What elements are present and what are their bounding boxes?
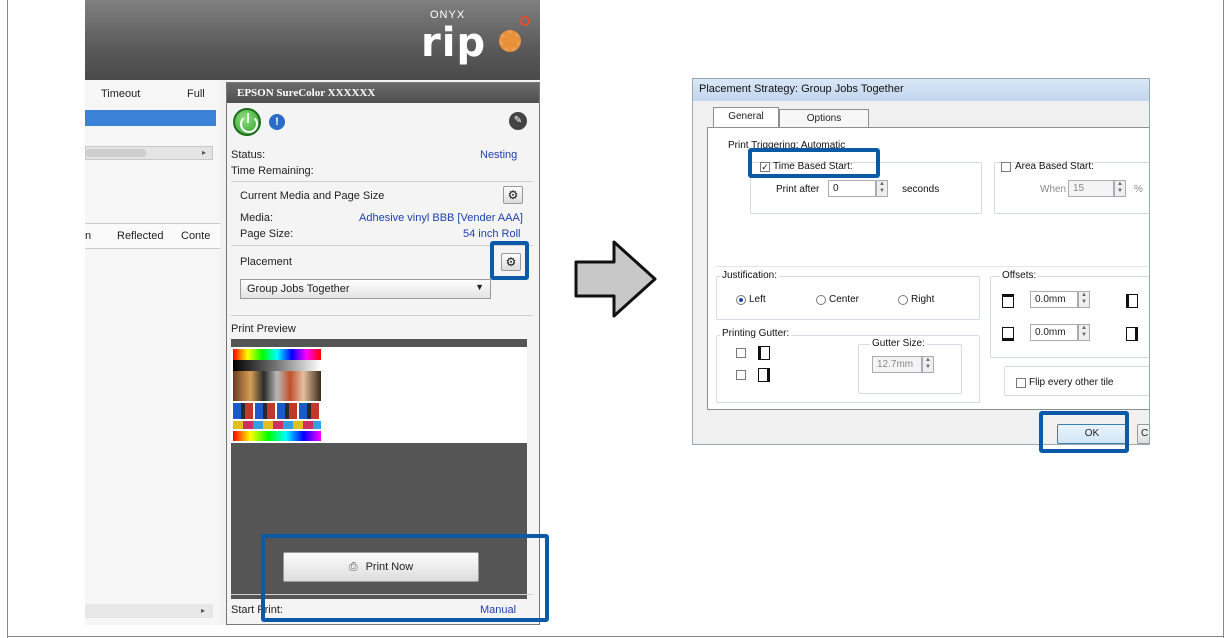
when-input[interactable]: 15: [1068, 180, 1114, 197]
justify-left-label: Left: [749, 294, 766, 305]
logo-gear-icon: [499, 30, 521, 52]
placement-select[interactable]: Group Jobs Together ▼: [240, 279, 491, 299]
page-size-value: 54 inch Roll: [463, 228, 521, 240]
offsets-group: [990, 276, 1149, 358]
placement-settings-highlight: [490, 241, 529, 280]
column-header-timeout[interactable]: Timeout: [101, 88, 140, 100]
logo-small-gear-icon: [520, 16, 530, 26]
top-offset-input[interactable]: 0.0mm: [1030, 291, 1078, 308]
preview-objects: [233, 403, 321, 419]
chevron-down-icon: ▼: [475, 282, 484, 292]
placement-heading: Placement: [240, 256, 292, 268]
dialog-title: Placement Strategy: Group Jobs Together: [693, 79, 1149, 101]
placement-select-value: Group Jobs Together: [247, 283, 350, 295]
gutter-size-label: Gutter Size:: [870, 338, 927, 349]
offsets-heading: Offsets:: [1000, 270, 1039, 281]
page-size-label: Page Size:: [240, 228, 294, 240]
lower-table-header: n Reflected Conte: [85, 223, 220, 249]
justification-heading: Justification:: [720, 270, 780, 281]
power-icon[interactable]: [233, 108, 261, 136]
justify-right-label: Right: [911, 294, 935, 305]
print-now-highlight: [261, 534, 549, 622]
info-icon[interactable]: !: [269, 114, 285, 130]
time-based-highlight: [748, 148, 880, 178]
justify-left-radio[interactable]: [736, 295, 746, 305]
justify-center-radio[interactable]: [816, 295, 826, 305]
bottom-scrollbar[interactable]: ▸: [85, 604, 213, 618]
tab-options[interactable]: Options: [779, 109, 869, 128]
power-line: [247, 113, 249, 123]
scroll-right-arrow-icon[interactable]: ▸: [202, 148, 206, 157]
column-header-full[interactable]: Full: [187, 88, 205, 100]
print-after-spinner[interactable]: ▲ ▼: [876, 180, 888, 197]
horizontal-scrollbar[interactable]: ▸: [85, 146, 213, 160]
gutter-size-spinner[interactable]: ▲ ▼: [922, 356, 934, 373]
edit-icon[interactable]: ✎: [509, 112, 527, 130]
when-spinner[interactable]: ▲ ▼: [1114, 180, 1126, 197]
top-offset-icon: [1002, 294, 1014, 308]
preview-sheet: [231, 347, 527, 443]
top-offset-spinner[interactable]: ▲ ▼: [1078, 291, 1090, 308]
page-border-right: [1223, 0, 1224, 638]
divider: [231, 315, 533, 316]
scroll-right-arrow-icon[interactable]: ▸: [201, 606, 205, 615]
area-based-checkbox[interactable]: [1001, 162, 1011, 172]
printer-name: EPSON SureColor XXXXXX: [227, 83, 539, 103]
column-header-partial[interactable]: n: [85, 230, 91, 242]
bottom-offset-input[interactable]: 0.0mm: [1030, 324, 1078, 341]
scrollbar-thumb[interactable]: [86, 149, 146, 157]
job-table: Timeout Full ▸ n Reflected Conte ▸: [85, 80, 220, 625]
time-remaining-label: Time Remaining:: [231, 165, 314, 177]
gutter-left-icon: [758, 346, 770, 360]
preview-color-bar-bottom: [233, 431, 321, 441]
status-label: Status:: [231, 149, 266, 161]
when-label: When: [1040, 184, 1067, 195]
gear-icon: ⚙: [507, 188, 519, 202]
seconds-label: seconds: [902, 184, 940, 195]
print-after-label: Print after: [776, 184, 820, 195]
print-preview-heading: Print Preview: [231, 323, 296, 335]
right-arrow-icon: [574, 240, 657, 318]
page-border-left: [7, 0, 8, 638]
gutter-left-checkbox[interactable]: [736, 348, 746, 358]
right-offset-icon: [1126, 327, 1138, 341]
gutter-right-icon: [758, 368, 770, 382]
placement-strategy-dialog: Placement Strategy: Group Jobs Together …: [692, 78, 1150, 445]
printing-gutter-heading: Printing Gutter:: [720, 328, 792, 339]
column-header-reflected[interactable]: Reflected: [117, 230, 163, 242]
app-header: ONYX rip: [85, 0, 540, 80]
print-after-input[interactable]: 0: [828, 180, 876, 197]
percent-label: %: [1134, 184, 1143, 195]
media-label: Media:: [240, 212, 274, 224]
media-settings-button[interactable]: ⚙: [503, 186, 523, 204]
divider: [231, 181, 533, 182]
page-border-bottom: [7, 636, 1224, 637]
cancel-button[interactable]: C: [1137, 424, 1149, 444]
tab-general[interactable]: General: [713, 107, 779, 129]
current-media-heading: Current Media and Page Size: [240, 190, 385, 202]
status-value: Nesting: [480, 149, 518, 161]
divider: [716, 266, 1149, 267]
divider: [231, 245, 533, 246]
area-based-label: Area Based Start:: [1015, 161, 1094, 172]
bottom-offset-icon: [1002, 327, 1014, 341]
column-header-conte[interactable]: Conte: [181, 230, 210, 242]
onyx-rip-window: ONYX rip Timeout Full ▸ n Reflected Cont…: [85, 0, 540, 625]
left-offset-icon: [1126, 294, 1138, 308]
table-row-selected[interactable]: [85, 110, 216, 126]
bottom-offset-spinner[interactable]: ▲ ▼: [1078, 324, 1090, 341]
justify-right-radio[interactable]: [898, 295, 908, 305]
media-value: Adhesive vinyl BBB [Vender AAA]: [359, 212, 523, 224]
preview-photos: [233, 371, 321, 401]
flip-label: Flip every other tile: [1029, 377, 1114, 388]
gutter-right-checkbox[interactable]: [736, 370, 746, 380]
logo-product: rip: [421, 20, 487, 66]
ok-button-highlight: [1039, 411, 1129, 453]
justify-center-label: Center: [829, 294, 860, 305]
gutter-size-input[interactable]: 12.7mm: [872, 356, 922, 373]
preview-swatches: [233, 421, 321, 429]
flip-checkbox[interactable]: [1016, 378, 1026, 388]
